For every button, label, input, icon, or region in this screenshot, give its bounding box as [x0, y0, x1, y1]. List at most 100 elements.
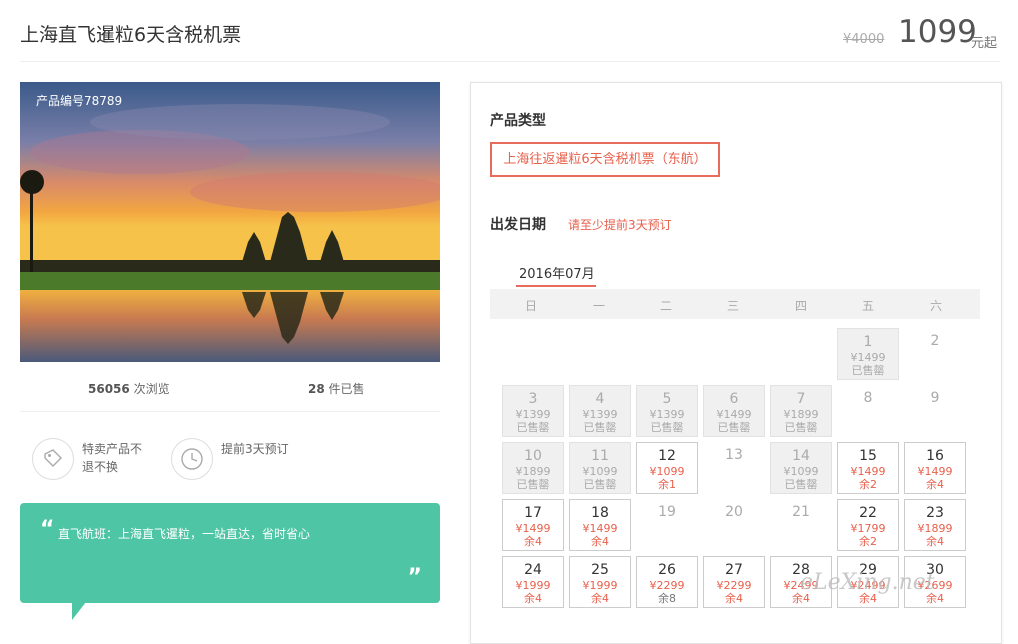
- calendar-day-27[interactable]: 27 ¥2299 余4: [703, 556, 765, 608]
- day-number: 21: [792, 504, 810, 520]
- remaining-seats: 余4: [591, 592, 609, 605]
- day-price: ¥1899: [515, 465, 551, 478]
- day-number: 10: [524, 448, 542, 464]
- day-number: 13: [725, 447, 743, 463]
- day-price: ¥1999: [515, 579, 551, 592]
- sold-stat: 28 件已售: [308, 380, 365, 397]
- weekday-thu: 四: [794, 299, 807, 313]
- remaining-seats: 余4: [591, 535, 609, 548]
- day-number: 9: [930, 390, 940, 406]
- day-number: 19: [658, 504, 676, 520]
- highlight-pointer: [72, 602, 86, 620]
- day-price: ¥1099: [649, 465, 685, 478]
- highlight-box: “ 直飞航班：上海直飞暹粒，一站直达，省时省心 ”: [20, 503, 440, 603]
- remaining-seats: 余8: [658, 592, 676, 605]
- close-quote-icon: ”: [407, 565, 422, 590]
- booking-hint: 请至少提前3天预订: [568, 218, 672, 232]
- day-price: ¥1399: [515, 408, 551, 421]
- remaining-seats: 余4: [524, 592, 542, 605]
- calendar-day-10: 10 ¥1899 已售罄: [502, 442, 564, 494]
- tag-icon: [32, 438, 74, 480]
- day-number: 3: [528, 391, 538, 407]
- day-number: 17: [524, 505, 542, 521]
- day-number: 8: [863, 390, 873, 406]
- calendar-day-13: 13: [703, 442, 765, 494]
- calendar-day-18[interactable]: 18 ¥1499 余4: [569, 499, 631, 551]
- calendar-day-12[interactable]: 12 ¥1099 余1: [636, 442, 698, 494]
- header-divider: [20, 61, 1000, 62]
- day-number: 25: [591, 562, 609, 578]
- calendar-day-17[interactable]: 17 ¥1499 余4: [502, 499, 564, 551]
- views-stat: 56056 次浏览: [88, 380, 170, 397]
- sold-out-label: 已售罄: [650, 421, 684, 434]
- page-header: 上海直飞暹粒6天含税机票 ¥4000 1099 元起: [0, 0, 1018, 62]
- day-price: ¥1499: [515, 522, 551, 535]
- day-price: ¥1799: [850, 522, 886, 535]
- product-type-label: 产品类型: [490, 113, 546, 129]
- day-price: ¥2299: [716, 579, 752, 592]
- price-suffix: 元起: [971, 36, 998, 51]
- weekday-mon: 一: [592, 299, 605, 313]
- watermark: eLeXing.net: [800, 570, 935, 595]
- remaining-seats: 余4: [725, 592, 743, 605]
- calendar-day-11: 11 ¥1099 已售罄: [569, 442, 631, 494]
- calendar-day-20: 20: [703, 499, 765, 551]
- calendar-day-3: 3 ¥1399 已售罄: [502, 385, 564, 437]
- day-number: 5: [662, 391, 672, 407]
- calendar-day-2: 2: [904, 328, 966, 380]
- calendar-day-23[interactable]: 23 ¥1899 余4: [904, 499, 966, 551]
- day-number: 15: [859, 448, 877, 464]
- sold-out-label: 已售罄: [784, 421, 818, 434]
- calendar-day-6: 6 ¥1499 已售罄: [703, 385, 765, 437]
- calendar-day-9: 9: [904, 385, 966, 437]
- product-number: 产品编号78789: [36, 94, 123, 108]
- remaining-seats: 余4: [926, 535, 944, 548]
- sold-out-label: 已售罄: [583, 421, 617, 434]
- day-price: ¥1999: [582, 579, 618, 592]
- calendar-day-15[interactable]: 15 ¥1499 余2: [837, 442, 899, 494]
- day-price: ¥1499: [850, 465, 886, 478]
- day-number: 20: [725, 504, 743, 520]
- day-price: ¥2299: [649, 579, 685, 592]
- day-number: 26: [658, 562, 676, 578]
- calendar-day-1: 1 ¥1499 已售罄: [837, 328, 899, 380]
- calendar-day-7: 7 ¥1899 已售罄: [770, 385, 832, 437]
- angkor-wat-image: [20, 82, 440, 362]
- calendar-day-22[interactable]: 22 ¥1799 余2: [837, 499, 899, 551]
- day-number: 14: [792, 448, 810, 464]
- calendar-day-14: 14 ¥1099 已售罄: [770, 442, 832, 494]
- product-photo: [20, 82, 440, 362]
- highlight-text: 直飞航班：上海直飞暹粒，一站直达，省时省心: [58, 527, 311, 541]
- remaining-seats: 余4: [524, 535, 542, 548]
- sold-out-label: 已售罄: [851, 364, 885, 377]
- product-type-option[interactable]: 上海往返暹粒6天含税机票（东航）: [490, 142, 720, 177]
- day-number: 2: [930, 333, 940, 349]
- remaining-seats: 余2: [859, 535, 877, 548]
- sold-out-label: 已售罄: [516, 478, 550, 491]
- day-price: ¥1499: [850, 351, 886, 364]
- remaining-seats: 余1: [658, 478, 676, 491]
- calendar-day-16[interactable]: 16 ¥1499 余4: [904, 442, 966, 494]
- day-number: 24: [524, 562, 542, 578]
- weekday-header: 日 一 二 三 四 五 六: [490, 289, 980, 319]
- remaining-seats: 余4: [926, 478, 944, 491]
- calendar-day-25[interactable]: 25 ¥1999 余4: [569, 556, 631, 608]
- weekday-tue: 二: [659, 299, 672, 313]
- calendar-day-26[interactable]: 26 ¥2299 余8: [636, 556, 698, 608]
- calendar-day-19: 19: [636, 499, 698, 551]
- calendar-day-5: 5 ¥1399 已售罄: [636, 385, 698, 437]
- month-tab[interactable]: 2016年07月: [519, 263, 595, 282]
- page-title: 上海直飞暹粒6天含税机票: [20, 24, 242, 46]
- day-number: 18: [591, 505, 609, 521]
- sold-count: 28: [308, 382, 325, 396]
- sold-out-label: 已售罄: [717, 421, 751, 434]
- current-price: 1099: [898, 14, 977, 50]
- sold-out-label: 已售罄: [516, 421, 550, 434]
- stats-divider: [20, 411, 440, 412]
- sold-out-label: 已售罄: [784, 478, 818, 491]
- calendar-day-24[interactable]: 24 ¥1999 余4: [502, 556, 564, 608]
- original-price: ¥4000: [843, 32, 885, 47]
- weekday-fri: 五: [861, 299, 874, 313]
- feature-text: 特卖产品不退不换: [82, 442, 143, 474]
- day-number: 11: [591, 448, 609, 464]
